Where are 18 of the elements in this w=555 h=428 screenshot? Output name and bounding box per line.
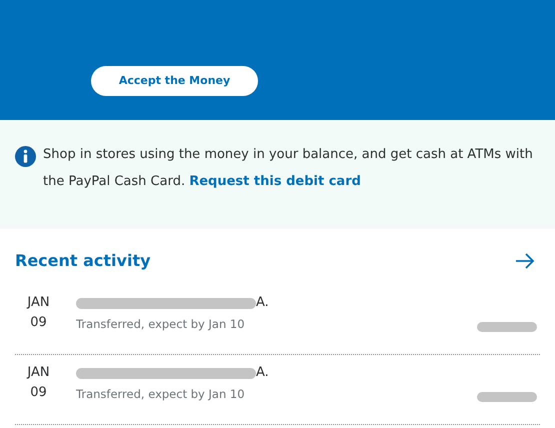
info-message: Shop in stores using the money in your balance, and get cash at ATMs with the PayPal Cash Card. Request this debit card (43, 146, 534, 191)
section-title: Recent activity (15, 250, 151, 272)
arrow-right-icon[interactable] (515, 253, 535, 269)
transfer-status: Transferred, expect by Jan 10 (76, 386, 246, 403)
request-card-link[interactable]: Request this debit card (189, 174, 361, 189)
name-tail: A. (256, 364, 269, 382)
date-day: 09 (30, 313, 47, 333)
name-tail: A. (256, 294, 269, 312)
redacted-amount (477, 322, 537, 332)
redacted-amount (477, 392, 537, 402)
activity-row[interactable]: JAN 09 A. Transferred, expect by Jan 10 (15, 285, 540, 355)
date-month: JAN (27, 364, 50, 382)
activity-row[interactable]: JAN 09 A. Transferred, expect by Jan 10 (15, 355, 540, 425)
transfer-status: Transferred, expect by Jan 10 (76, 316, 246, 333)
date-month: JAN (27, 294, 50, 312)
info-icon (15, 146, 36, 167)
accept-money-button[interactable]: Accept the Money (91, 66, 258, 96)
date-day: 09 (30, 383, 47, 403)
